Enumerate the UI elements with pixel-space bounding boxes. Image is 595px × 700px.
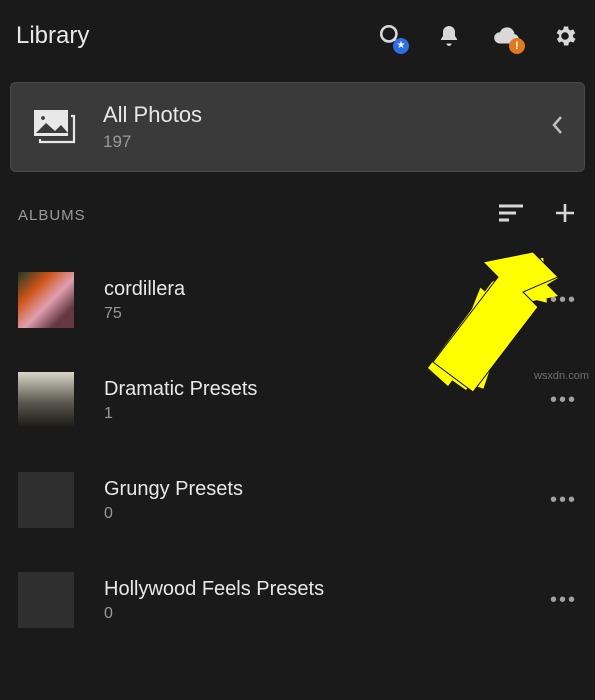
album-count: 0 [104,505,550,523]
album-more-icon[interactable]: ••• [550,289,577,312]
all-photos-card[interactable]: All Photos 197 [10,82,585,172]
sort-icon[interactable] [497,202,525,229]
albums-section-header: ALBUMS [0,196,595,234]
album-count: 75 [104,305,550,323]
album-name: Dramatic Presets [104,378,550,401]
album-thumbnail [18,272,74,328]
album-count: 1 [104,405,550,423]
album-row[interactable]: Dramatic Presets 1 ••• [0,350,595,450]
all-photos-label: All Photos [103,102,550,128]
album-thumbnail [18,372,74,428]
notifications-icon[interactable] [435,22,463,50]
album-row[interactable]: Hollywood Feels Presets 0 ••• [0,550,595,650]
search-badge-icon: ★ [393,38,409,54]
all-photos-count: 197 [103,132,550,152]
search-icon[interactable]: ★ [377,22,405,50]
topbar: Library ★ ! [0,0,595,72]
album-thumbnail [18,472,74,528]
chevron-left-icon [550,114,564,141]
album-row[interactable]: cordillera 75 ••• [0,250,595,350]
cloud-sync-icon[interactable]: ! [493,22,521,50]
album-count: 0 [104,605,550,623]
watermark: wsxdn.com [534,370,589,382]
albums-section-label: ALBUMS [18,207,497,224]
add-album-button[interactable] [553,201,577,230]
album-row[interactable]: Grungy Presets 0 ••• [0,450,595,550]
album-thumbnail [18,572,74,628]
page-title: Library [16,22,89,50]
photos-stack-icon [31,107,77,147]
album-more-icon[interactable]: ••• [550,589,577,612]
settings-icon[interactable] [551,22,579,50]
album-name: Hollywood Feels Presets [104,578,550,601]
album-name: cordillera [104,278,550,301]
album-more-icon[interactable]: ••• [550,389,577,412]
cloud-warning-badge-icon: ! [509,38,525,54]
topbar-actions: ★ ! [377,22,579,50]
album-name: Grungy Presets [104,478,550,501]
album-more-icon[interactable]: ••• [550,489,577,512]
